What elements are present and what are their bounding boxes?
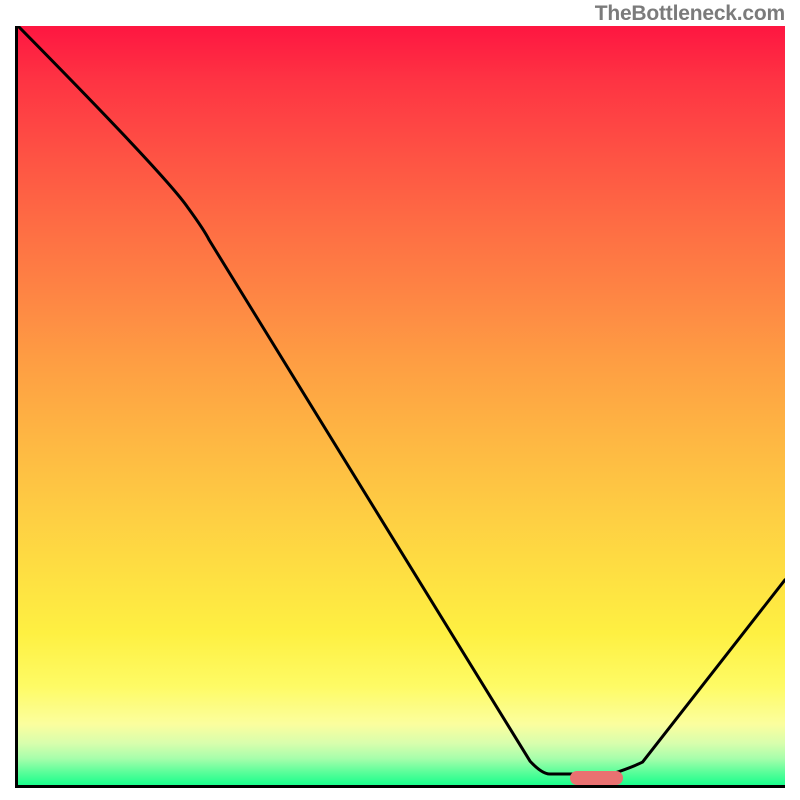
optimal-range-marker xyxy=(570,771,623,785)
chart-frame: TheBottleneck.com xyxy=(0,0,800,800)
bottleneck-curve xyxy=(18,26,785,785)
plot-area xyxy=(15,26,785,788)
attribution-label: TheBottleneck.com xyxy=(595,2,785,26)
